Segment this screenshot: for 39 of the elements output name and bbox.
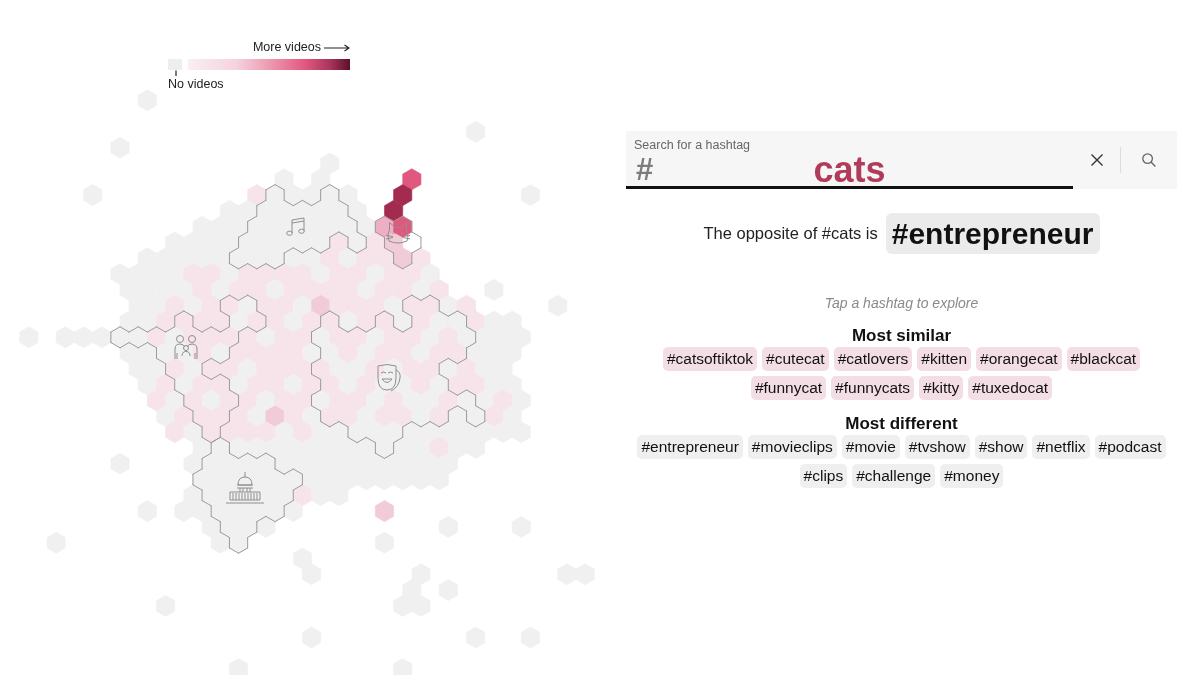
hashtag-button[interactable]: #blackcat	[1066, 347, 1141, 371]
hashtag-button[interactable]: #podcast	[1094, 435, 1166, 459]
hashtag-button[interactable]: #money	[940, 464, 1004, 488]
section-heading: Most similar	[851, 326, 952, 346]
field-label: Search for a hashtag	[634, 138, 751, 153]
hashtag-button[interactable]: #clips	[799, 464, 848, 488]
hashtag-button[interactable]: #catlovers	[833, 347, 913, 371]
hash-prefix: #	[636, 153, 654, 186]
section-heading: Most different	[845, 414, 958, 434]
capitol-icon	[225, 471, 265, 504]
opposite-text: The opposite of #cats is	[703, 224, 878, 243]
hashtag-button[interactable]: #challenge	[852, 464, 936, 488]
hashtag-button[interactable]: #cutecat	[762, 347, 829, 371]
swatch-icon	[168, 59, 182, 76]
theater-mask-icon	[377, 364, 401, 392]
hashtag-button[interactable]: #kitty	[919, 376, 964, 400]
close-icon	[1090, 154, 1103, 166]
family-icon	[174, 335, 198, 360]
hashtag-button[interactable]: #entrepreneur	[637, 435, 743, 459]
legend-label: More videos	[252, 40, 321, 55]
hashtag-button[interactable]: #tvshow	[904, 435, 970, 459]
search-bar[interactable]: cats Search for a hashtag #	[626, 131, 1177, 189]
hashtag-button[interactable]: #orangecat	[976, 347, 1062, 371]
search-icon	[1141, 153, 1156, 167]
music-note-icon	[286, 217, 305, 236]
hashtag-button[interactable]: #movieclips	[747, 435, 837, 459]
hashtag-button[interactable]: #funnycat	[750, 376, 827, 400]
opposite-hashtag[interactable]: #entrepreneur	[885, 213, 1100, 254]
hashtag-button[interactable]: #movie	[841, 435, 900, 459]
hashtag-button[interactable]: #netflix	[1032, 435, 1090, 459]
hashtag-button[interactable]: #funnycats	[831, 376, 915, 400]
hashtag-button[interactable]: #catsoftiktok	[662, 347, 758, 371]
hint-text: Tap a hashtag to explore	[824, 294, 979, 312]
cat-face-icon	[385, 222, 411, 244]
hashtag-button[interactable]: #show	[974, 435, 1028, 459]
hashtag-button[interactable]: #tuxedocat	[968, 376, 1053, 400]
legend-label: No videos	[168, 77, 224, 92]
hashtag-button[interactable]: #kitten	[917, 347, 971, 371]
arrow-icon	[324, 43, 350, 52]
